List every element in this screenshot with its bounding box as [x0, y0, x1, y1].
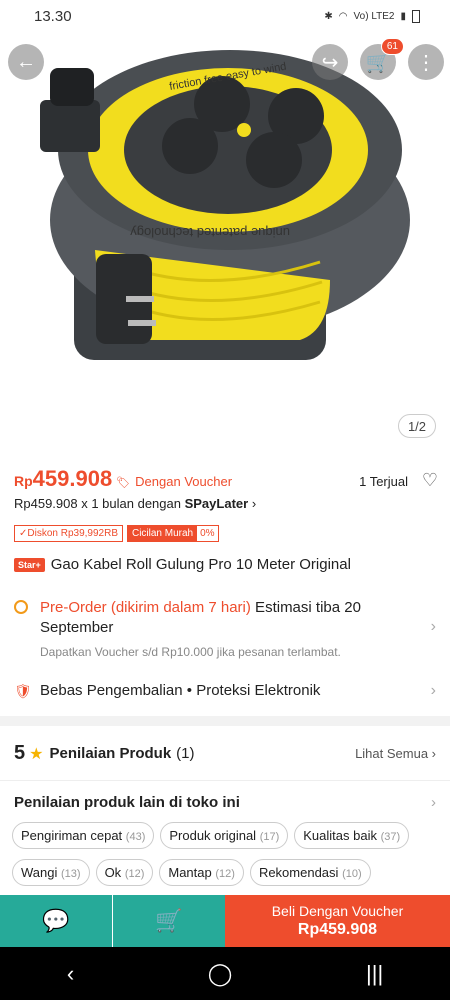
review-tag[interactable]: Kualitas baik (37) [294, 822, 410, 849]
arrow-left-icon: ← [16, 50, 36, 73]
status-time: 13.30 [34, 7, 72, 25]
sold-count: 1 Terjual [359, 474, 408, 489]
cart-count-badge: 61 [380, 38, 404, 55]
discount-badge: ✓Diskon Rp39,992RB [14, 525, 123, 542]
favorite-heart-icon[interactable]: ♡ [422, 470, 438, 491]
more-vertical-icon: ⋮ [416, 51, 436, 74]
divider-line [0, 780, 450, 781]
nav-back-icon[interactable]: ‹ [67, 961, 74, 987]
star-icon: ★ [29, 745, 44, 763]
see-all-link[interactable]: Lihat Semua › [355, 746, 436, 761]
status-icons: ✱ ◠ Vo) LTE2 ▮ [324, 9, 420, 23]
signal-icon: ▮ [400, 10, 406, 22]
chevron-right-icon: › [430, 682, 436, 699]
add-to-cart-button[interactable]: 🛒 [113, 895, 225, 947]
add-cart-icon: 🛒 [155, 908, 183, 933]
buy-label: Beli Dengan Voucher [271, 903, 404, 919]
shop-reviews-header[interactable]: Penilaian produk lain di toko ini › [14, 794, 438, 811]
rating-header[interactable]: 5 ★ Penilaian Produk (1) Lihat Semua › [14, 742, 438, 765]
price-currency: Rp [14, 473, 33, 489]
system-nav-bar: ‹ ◯ ||| [0, 947, 450, 1000]
buy-price: Rp459.908 [297, 921, 378, 938]
chevron-right-icon: › [251, 496, 257, 511]
shop-reviews-title: Penilaian produk lain di toko ini [14, 794, 240, 811]
review-tag[interactable]: Ok (12) [95, 859, 154, 886]
product-title-row: Star+ Gao Kabel Roll Gulung Pro 10 Meter… [14, 556, 351, 573]
review-tag[interactable]: Pengiriman cepat (43) [12, 822, 155, 849]
chevron-right-icon: › [430, 618, 436, 635]
chat-button[interactable]: 💬 [0, 895, 112, 947]
price-amount: 459.908 [32, 466, 113, 491]
more-button[interactable]: ⋮ [408, 44, 444, 80]
buy-with-voucher-button[interactable]: Beli Dengan Voucher Rp459.908 [225, 895, 450, 947]
installment-link[interactable]: Rp459.908 x 1 bulan dengan SPayLater › [14, 496, 438, 511]
share-icon: ↪ [321, 51, 339, 74]
nav-home-icon[interactable]: ◯ [208, 961, 233, 987]
image-counter: 1/2 [398, 414, 436, 438]
section-divider [0, 716, 450, 726]
back-button[interactable]: ← [8, 44, 44, 80]
chat-icon: 💬 [42, 908, 70, 933]
reel-text-bottom: unique patented technology [130, 225, 290, 240]
clock-icon [14, 600, 28, 614]
rating-score: 5 [14, 742, 26, 764]
price-section: Rp 459.908 🏷 Dengan Voucher 1 Terjual ♡ … [14, 466, 438, 511]
promo-badges: ✓Diskon Rp39,992RB Cicilan Murah 0% [14, 525, 219, 542]
spaylater-label: SPayLater [184, 496, 249, 511]
review-tag[interactable]: Rekomendasi (10) [249, 859, 371, 886]
star-plus-badge: Star+ [14, 557, 45, 572]
rating-title: Penilaian Produk [49, 745, 172, 762]
voucher-icon: 🏷 [116, 477, 131, 489]
product-title: Gao Kabel Roll Gulung Pro 10 Meter Origi… [50, 556, 351, 573]
preorder-highlight: Pre-Order (dikirim dalam 7 hari) [40, 599, 251, 616]
battery-icon [412, 9, 420, 23]
chevron-right-icon: › [431, 794, 436, 811]
network-label: Vo) LTE2 [353, 10, 395, 22]
protection-text: Bebas Pengembalian • Proteksi Elektronik [40, 682, 321, 699]
rating-count: (1) [176, 745, 195, 762]
status-bar: 13.30 ✱ ◠ Vo) LTE2 ▮ [0, 0, 450, 32]
nav-recents-icon[interactable]: ||| [366, 961, 383, 987]
preorder-row[interactable]: Pre-Order (dikirim dalam 7 hari) Estimas… [14, 598, 438, 662]
wifi-icon: ◠ [338, 10, 348, 22]
review-tags: Pengiriman cepat (43) Produk original (1… [12, 822, 432, 886]
bluetooth-icon: ✱ [324, 10, 333, 22]
review-tag[interactable]: Wangi (13) [12, 859, 90, 886]
preorder-voucher-note: Dapatkan Voucher s/d Rp10.000 jika pesan… [40, 645, 341, 659]
protection-row[interactable]: 🛡 Bebas Pengembalian • Proteksi Elektron… [14, 682, 438, 699]
bottom-action-bar: 💬 🛒 Beli Dengan Voucher Rp459.908 [0, 895, 450, 947]
shield-icon: 🛡 [14, 683, 32, 699]
cicilan-badge: Cicilan Murah 0% [126, 525, 219, 542]
review-tag[interactable]: Mantap (12) [159, 859, 244, 886]
review-tag[interactable]: Produk original (17) [160, 822, 289, 849]
voucher-label: Dengan Voucher [135, 474, 233, 489]
cart-button[interactable]: 🛒 61 [360, 38, 404, 80]
share-button[interactable]: ↪ [312, 44, 348, 80]
